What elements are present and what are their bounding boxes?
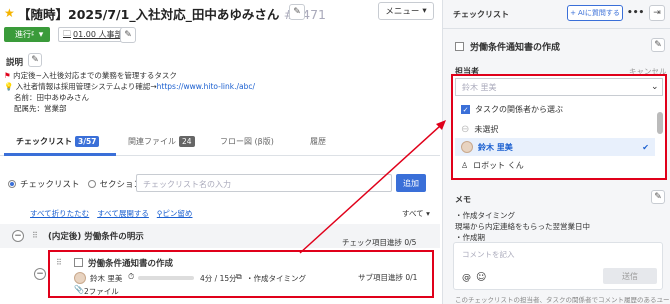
annotation-arrow [299,120,446,254]
